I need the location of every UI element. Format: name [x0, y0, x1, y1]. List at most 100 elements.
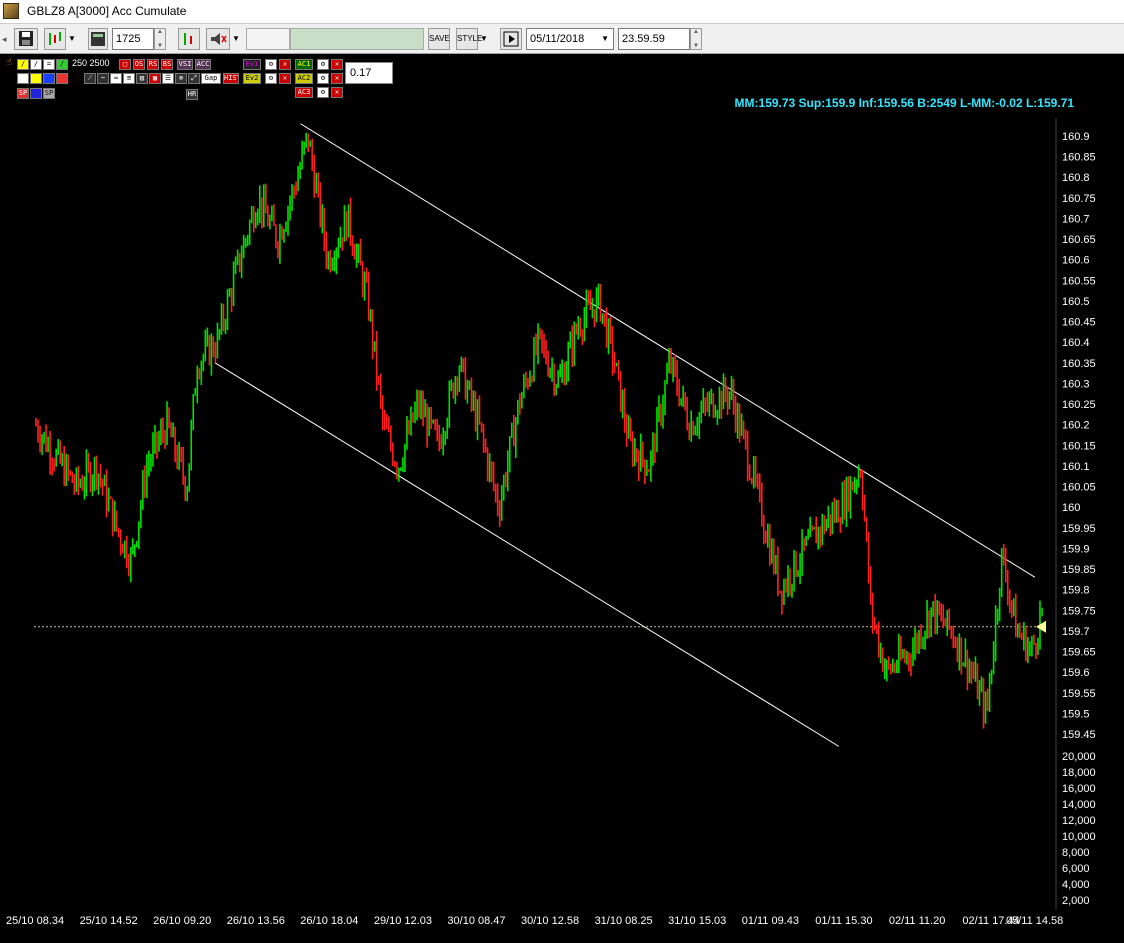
- setting-value-field[interactable]: 0.17: [345, 62, 393, 84]
- calculator-icon[interactable]: [88, 28, 108, 50]
- ev1-tool[interactable]: Ev1: [243, 59, 261, 70]
- ac3-tool[interactable]: AC3: [295, 87, 313, 98]
- time-tick-label: 05/11 14.58: [1006, 915, 1063, 927]
- list-icon[interactable]: ☰: [162, 73, 174, 84]
- sp-tool[interactable]: SP: [17, 88, 29, 99]
- close-icon[interactable]: ✕: [331, 73, 343, 84]
- bars-icon[interactable]: ▥: [136, 73, 148, 84]
- blue-color-icon[interactable]: [43, 73, 55, 84]
- price-tick-label: 160.35: [1062, 358, 1096, 370]
- settings-icon-5[interactable]: ⚙: [317, 87, 329, 98]
- price-tick-label: 160.05: [1062, 482, 1096, 494]
- price-tick-label: 160.25: [1062, 399, 1096, 411]
- volume-tick-label: 12,000: [1062, 815, 1096, 827]
- yellow-color-icon[interactable]: [30, 73, 42, 84]
- price-chart[interactable]: 20,000 18,000 16,000 14,000 12,000 10,000 8,00…: [0, 54, 1124, 943]
- hr-tool[interactable]: HR: [186, 89, 198, 100]
- time-tick-label: 30/10 12.58: [521, 915, 579, 927]
- channel-lower-line[interactable]: [214, 362, 840, 747]
- zoom-icon[interactable]: ⊕: [175, 73, 187, 84]
- hist-tool[interactable]: HIST: [223, 73, 239, 84]
- save-button[interactable]: SAVE: [428, 28, 450, 50]
- sound-icon[interactable]: [206, 28, 230, 50]
- close-icon[interactable]: ✕: [331, 59, 343, 70]
- price-tick-label: 160.85: [1062, 152, 1096, 164]
- bar-count-stepper[interactable]: [154, 28, 166, 50]
- time-tick-label: 02/11 11.20: [889, 915, 945, 927]
- expand-icon[interactable]: ⤢: [188, 73, 200, 84]
- price-tick-label: 160.4: [1062, 337, 1090, 349]
- settings-icon-2[interactable]: ⚙: [265, 73, 277, 84]
- ac1-tool[interactable]: AC1: [295, 59, 313, 70]
- settings-icon-3[interactable]: ⚙: [317, 59, 329, 70]
- ev2-tool[interactable]: Ev2: [243, 73, 261, 84]
- time-field[interactable]: 23.59.59: [618, 28, 690, 50]
- rs-tool[interactable]: RS: [147, 59, 159, 70]
- box-icon[interactable]: □: [119, 59, 131, 70]
- close-icon[interactable]: ✕: [331, 87, 343, 98]
- ac2-tool[interactable]: AC2: [295, 73, 313, 84]
- chevron-down-icon[interactable]: ▼: [232, 28, 242, 50]
- gap-tool[interactable]: Gap: [201, 73, 221, 84]
- close-icon[interactable]: ✕: [279, 73, 291, 84]
- settings-icon-4[interactable]: ⚙: [317, 73, 329, 84]
- price-tick-label: 159.8: [1062, 585, 1090, 597]
- grid-icon[interactable]: ▦: [149, 73, 161, 84]
- blue-square-icon[interactable]: [30, 88, 42, 99]
- trendline-icon[interactable]: /: [17, 59, 29, 70]
- price-tick-label: 160.2: [1062, 420, 1090, 432]
- settings-icon[interactable]: ⚙: [265, 59, 277, 70]
- volume-tick-label: 6,000: [1062, 863, 1090, 875]
- line-icon[interactable]: /: [30, 59, 42, 70]
- channel-upper-line[interactable]: [300, 123, 1036, 578]
- price-tick-label: 160.7: [1062, 213, 1090, 225]
- title-bar: GBLZ8 A[3000] Acc Cumulate: [0, 0, 1124, 24]
- white-color-icon[interactable]: [17, 73, 29, 84]
- hline-icon[interactable]: =: [43, 59, 55, 70]
- volume-tick-label: 16,000: [1062, 783, 1096, 795]
- red-color-icon[interactable]: [56, 73, 68, 84]
- time-stepper[interactable]: [690, 28, 702, 50]
- time-tick-label: 31/10 08.25: [595, 915, 653, 927]
- ratio-icon[interactable]: ⁄: [84, 73, 96, 84]
- chart-type-icon[interactable]: [44, 28, 66, 50]
- chevron-down-icon[interactable]: ▼: [68, 28, 78, 50]
- volume-tick-label: 20,000: [1062, 751, 1096, 763]
- volume-tick-label: 2,000: [1062, 895, 1090, 907]
- brush-icon[interactable]: /: [56, 59, 68, 70]
- close-icon[interactable]: ✕: [279, 59, 291, 70]
- play-icon[interactable]: [500, 28, 522, 50]
- time-tick-label: 26/10 09.20: [153, 915, 211, 927]
- price-tick-label: 159.65: [1062, 647, 1096, 659]
- window-title: GBLZ8 A[3000] Acc Cumulate: [27, 4, 187, 18]
- volume-tick-label: 4,000: [1062, 879, 1090, 891]
- style-button[interactable]: STYLE: [456, 28, 482, 50]
- save-icon[interactable]: [14, 28, 38, 50]
- price-tick-label: 159.9: [1062, 543, 1090, 555]
- price-tick-label: 159.5: [1062, 708, 1090, 720]
- price-tick-label: 160.55: [1062, 275, 1096, 287]
- scroll-left-icon[interactable]: ◂: [2, 28, 10, 50]
- time-tick-label: 30/10 08.47: [447, 915, 505, 927]
- volume-tick-label: 14,000: [1062, 799, 1096, 811]
- bar-count-field[interactable]: 1725: [112, 28, 154, 50]
- hand-icon[interactable]: ☝: [4, 58, 14, 69]
- date-picker[interactable]: 05/11/2018 ▼: [526, 28, 614, 50]
- os-tool[interactable]: OS: [133, 59, 145, 70]
- wave-icon[interactable]: ~: [97, 73, 109, 84]
- bs-tool[interactable]: BS: [161, 59, 173, 70]
- acc-tool[interactable]: ACC: [195, 59, 211, 70]
- price-tick-label: 160.45: [1062, 317, 1096, 329]
- price-tick-label: 159.45: [1062, 729, 1096, 741]
- waves-icon[interactable]: ≈: [110, 73, 122, 84]
- price-tick-label: 159.85: [1062, 564, 1096, 576]
- indicator-icon[interactable]: [178, 28, 200, 50]
- lines-icon[interactable]: ≡: [123, 73, 135, 84]
- price-tick-label: 160.3: [1062, 378, 1090, 390]
- price-tick-label: 160.15: [1062, 440, 1096, 452]
- sp-tool-2[interactable]: SP: [43, 88, 55, 99]
- time-tick-label: 26/10 13.56: [227, 915, 285, 927]
- volume-tick-label: 8,000: [1062, 847, 1090, 859]
- chevron-down-icon[interactable]: ▼: [480, 28, 490, 50]
- vsi-tool[interactable]: VSI: [177, 59, 193, 70]
